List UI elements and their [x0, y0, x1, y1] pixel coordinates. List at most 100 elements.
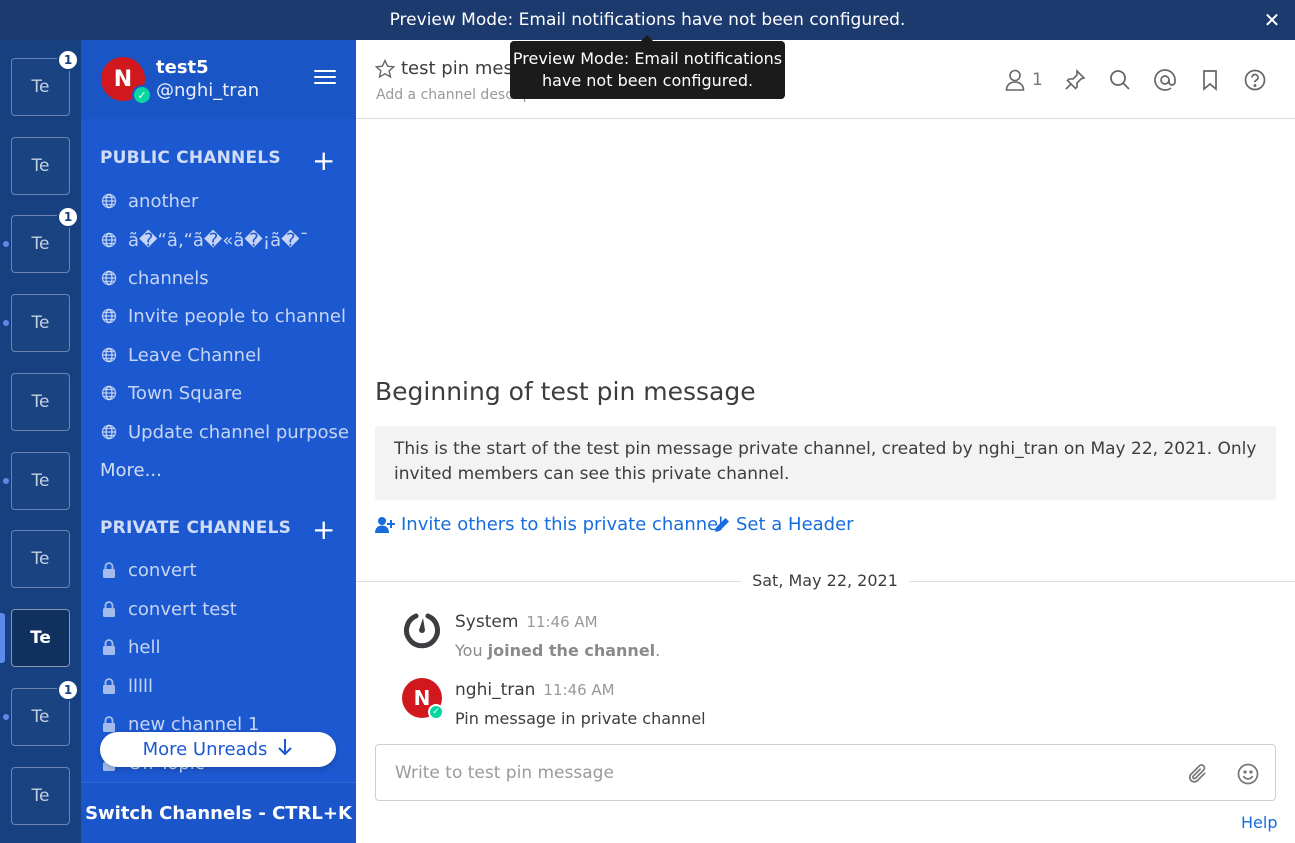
add-user-icon: [375, 516, 395, 534]
channel-label: Update channel purpose: [128, 421, 349, 443]
channel-item[interactable]: lllll: [100, 671, 153, 701]
team-button[interactable]: Te: [11, 530, 70, 588]
post-time[interactable]: 11:46 AM: [526, 613, 597, 631]
team-label: Te: [31, 313, 50, 333]
channel-label: Leave Channel: [128, 344, 262, 366]
team-button[interactable]: Te 1: [11, 49, 79, 116]
public-channels-title: PUBLIC CHANNELS: [100, 148, 281, 168]
channel-label: hell: [128, 636, 161, 658]
lock-icon: [100, 715, 118, 733]
message-input[interactable]: [376, 745, 1156, 800]
mention-icon[interactable]: [1153, 68, 1177, 92]
team-label: Te: [31, 786, 50, 806]
globe-icon: [100, 307, 118, 325]
member-count[interactable]: 1: [1032, 70, 1043, 90]
team-badge: 1: [57, 206, 79, 228]
team-button[interactable]: Te: [11, 137, 70, 195]
help-link[interactable]: Help: [1241, 813, 1277, 832]
lock-icon: [100, 561, 118, 579]
channel-label: Invite people to channel: [128, 305, 346, 327]
globe-icon: [100, 192, 118, 210]
channel-item[interactable]: hell: [100, 632, 160, 662]
system-avatar-icon: [402, 610, 442, 650]
close-icon[interactable]: ✕: [1261, 9, 1283, 31]
more-unreads-button[interactable]: More Unreads: [100, 732, 336, 767]
team-label: Te: [31, 77, 50, 97]
switch-channels-button[interactable]: Switch Channels - CTRL+K: [81, 782, 356, 843]
team-label: Te: [31, 392, 50, 412]
globe-icon: [100, 231, 118, 249]
team-button[interactable]: Te: [11, 373, 70, 431]
tooltip: Preview Mode: Email notifications have n…: [510, 41, 785, 99]
lock-icon: [100, 638, 118, 656]
unread-dot: [3, 320, 9, 326]
channel-item[interactable]: convert: [100, 555, 197, 585]
add-private-channel-button[interactable]: +: [312, 516, 335, 544]
team-button[interactable]: Te: [11, 767, 70, 825]
pencil-icon: [714, 517, 730, 533]
team-label: Te: [31, 707, 50, 727]
team-label: Te: [31, 234, 50, 254]
emoji-icon[interactable]: [1236, 762, 1260, 786]
member-icon[interactable]: [1003, 68, 1027, 92]
center-channel: test pin message Add a channel descripti…: [356, 40, 1295, 843]
channel-item[interactable]: Leave Channel: [100, 340, 261, 370]
channel-label: ã�“ã‚“ã�«ã�¡ã�¯: [128, 229, 309, 251]
star-icon[interactable]: [374, 58, 396, 79]
post-author[interactable]: nghi_tran 11:46 AM: [455, 680, 615, 700]
channel-label: convert: [128, 559, 197, 581]
post-time[interactable]: 11:46 AM: [543, 681, 614, 699]
channel-item[interactable]: Update channel purpose: [100, 417, 349, 447]
team-button[interactable]: Te: [11, 294, 70, 352]
team-button-active[interactable]: Te: [11, 609, 70, 667]
pin-icon[interactable]: [1063, 68, 1087, 92]
active-team-indicator: [0, 613, 5, 663]
sidebar-header[interactable]: N ✓ test5 @nghi_tran: [81, 40, 356, 119]
private-channels-title: PRIVATE CHANNELS: [100, 518, 292, 538]
team-label: Te: [31, 471, 50, 491]
help-icon[interactable]: [1243, 68, 1267, 92]
post-message: Pin message in private channel: [455, 709, 706, 728]
team-label: Te: [31, 156, 50, 176]
announcement-bar: Preview Mode: Email notifications have n…: [0, 0, 1295, 40]
lock-icon: [100, 677, 118, 695]
add-public-channel-button[interactable]: +: [312, 147, 335, 175]
channel-item[interactable]: Invite people to channel: [100, 301, 346, 331]
channel-item[interactable]: another: [100, 186, 198, 216]
more-channels-link[interactable]: More...: [100, 460, 162, 481]
message-composer: [375, 744, 1276, 801]
globe-icon: [100, 346, 118, 364]
user-handle: @nghi_tran: [156, 80, 260, 101]
search-icon[interactable]: [1108, 68, 1132, 92]
team-sidebar: Te 1 Te Te 1 Te Te Te Te Te Te 1 Te: [0, 40, 81, 843]
team-label: Te: [31, 549, 50, 569]
channel-item[interactable]: convert test: [100, 594, 237, 624]
channel-item[interactable]: Town Square: [100, 378, 242, 408]
team-button[interactable]: Te 1: [11, 679, 79, 746]
channel-header: test pin message Add a channel descripti…: [356, 40, 1295, 119]
team-button[interactable]: Te 1: [11, 206, 79, 273]
online-status-icon: ✓: [132, 85, 152, 105]
attachment-icon[interactable]: [1186, 762, 1210, 786]
post-message: You joined the channel.: [455, 641, 661, 660]
announcement-text: Preview Mode: Email notifications have n…: [389, 10, 906, 30]
channel-sidebar: N ✓ test5 @nghi_tran PUBLIC CHANNELS + a…: [81, 40, 356, 843]
bookmark-icon[interactable]: [1198, 68, 1222, 92]
channel-label: Town Square: [128, 382, 243, 404]
hamburger-menu-icon[interactable]: [314, 70, 336, 88]
channel-label: lllll: [128, 675, 154, 697]
set-header-button[interactable]: Set a Header: [714, 514, 854, 535]
channel-label: convert test: [128, 598, 237, 620]
channel-item[interactable]: channels: [100, 263, 209, 293]
channel-intro-title: Beginning of test pin message: [375, 377, 756, 406]
unread-dot: [3, 241, 9, 247]
team-label: Te: [30, 628, 51, 648]
team-badge: 1: [57, 679, 79, 701]
team-button[interactable]: Te: [11, 452, 70, 510]
channel-label: another: [128, 190, 199, 212]
post-author[interactable]: System 11:46 AM: [455, 612, 598, 632]
channel-item[interactable]: ã�“ã‚“ã�«ã�¡ã�¯: [100, 225, 309, 255]
tooltip-line: Preview Mode: Email notifications: [512, 49, 783, 68]
invite-others-button[interactable]: Invite others to this private channel: [375, 514, 723, 535]
globe-icon: [100, 269, 118, 287]
